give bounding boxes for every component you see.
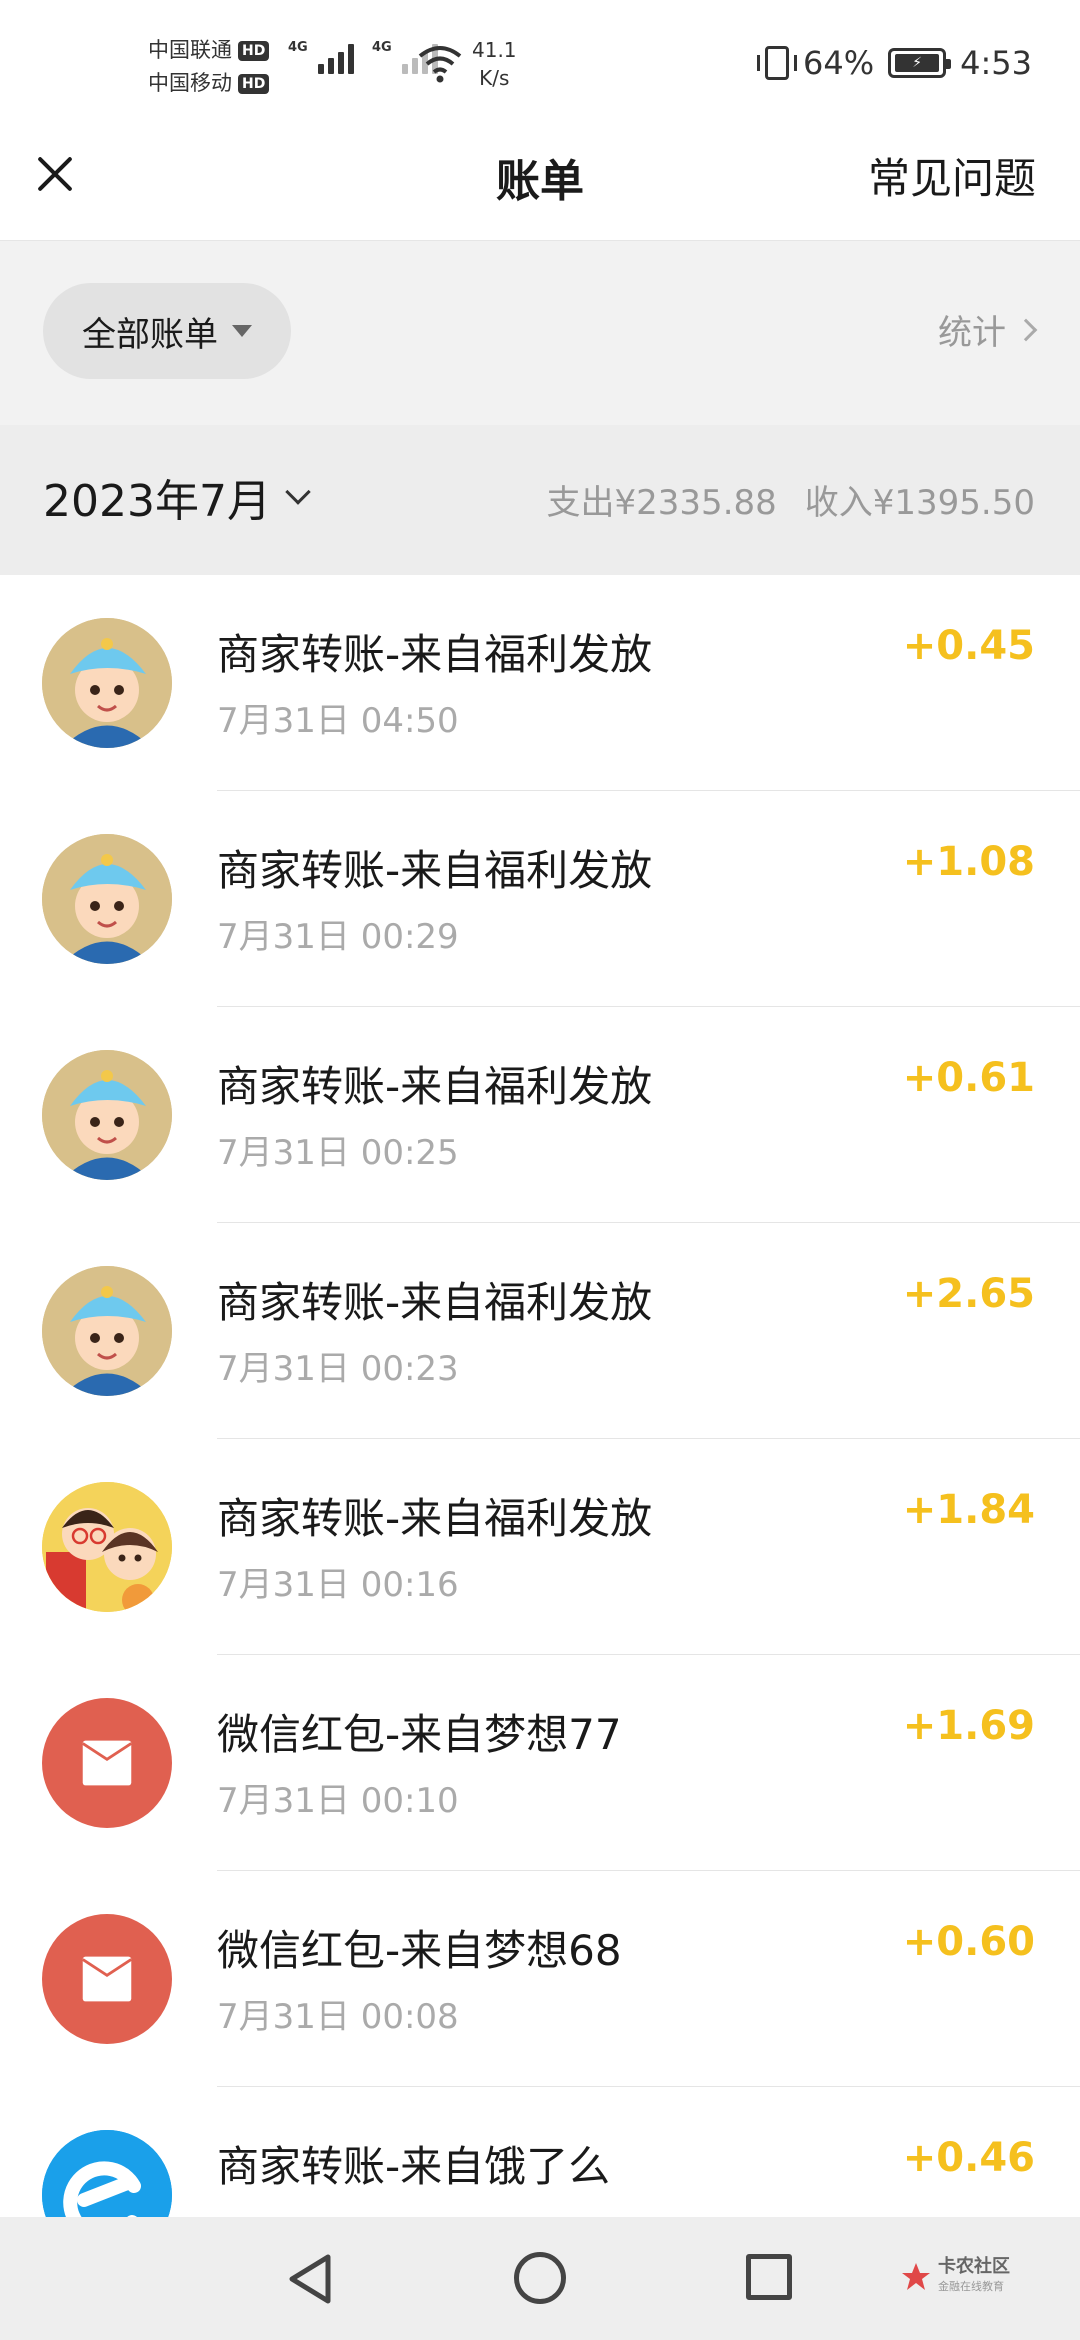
list-item[interactable]: 商家转账-来自福利发放 7月31日 00:16 +1.84 (0, 1439, 1080, 1655)
transaction-time: 7月31日 00:10 (217, 1781, 459, 1821)
all-bills-filter-button[interactable]: 全部账单 (43, 283, 291, 379)
chevron-down-icon (285, 479, 311, 505)
signal-icon: 4G (288, 40, 354, 74)
red-packet-icon (42, 1698, 172, 1828)
transaction-list: 商家转账-来自福利发放 7月31日 04:50 +0.45 商家转账-来自福利发… (0, 575, 1080, 2303)
carrier-2: 中国移动 (148, 71, 232, 95)
stats-label: 统计 (938, 313, 1006, 353)
cartoon-boy-avatar (42, 1266, 172, 1396)
month-label: 2023年7月 (43, 476, 271, 527)
top-nav: 账单 常见问题 (0, 135, 1080, 240)
transaction-title: 微信红包-来自梦想77 (217, 1710, 622, 1759)
carrier-1: 中国联通 (148, 38, 232, 62)
cartoon-boy-avatar (42, 1050, 172, 1180)
list-item[interactable]: 商家转账-来自福利发放 7月31日 00:25 +0.61 (0, 1007, 1080, 1223)
expense-total: 支出¥2335.88 (546, 483, 777, 523)
clock: 4:53 (960, 44, 1032, 82)
watermark-logo: 卡农社区 金融在线教育 (900, 2257, 1010, 2297)
hd-badge: HD (238, 40, 270, 61)
net-speed-unit: K/s (479, 66, 510, 90)
transaction-amount: +1.08 (902, 839, 1035, 885)
watermark-name: 卡农社区 (938, 2256, 1010, 2277)
list-item[interactable]: 微信红包-来自梦想68 7月31日 00:08 +0.60 (0, 1871, 1080, 2087)
kanong-logo-icon (902, 2263, 930, 2290)
list-item[interactable]: 商家转账-来自福利发放 7月31日 00:23 +2.65 (0, 1223, 1080, 1439)
red-packet-icon (42, 1914, 172, 2044)
income-total: 收入¥1395.50 (804, 483, 1035, 523)
filter-bar: 全部账单 统计 (0, 240, 1080, 425)
transaction-amount: +0.45 (902, 623, 1035, 669)
transaction-amount: +0.46 (902, 2135, 1035, 2181)
transaction-title: 商家转账-来自福利发放 (217, 1278, 653, 1327)
transaction-time: 7月31日 00:23 (217, 1349, 459, 1389)
transaction-time: 7月31日 00:16 (217, 1565, 459, 1605)
system-nav-bar: 卡农社区 金融在线教育 (0, 2217, 1080, 2340)
wifi-icon (418, 46, 462, 83)
battery-percent: 64% (803, 44, 875, 82)
home-circle-icon[interactable] (514, 2252, 566, 2304)
hd-badge: HD (238, 73, 270, 94)
net-speed: 41.1 K/s (472, 36, 517, 92)
transaction-amount: +2.65 (902, 1271, 1035, 1317)
month-selector[interactable]: 2023年7月 (43, 465, 311, 529)
faq-link[interactable]: 常见问题 (868, 145, 1036, 206)
transaction-time: 7月31日 00:25 (217, 1133, 459, 1173)
status-right: 64% ⚡ 4:53 (757, 44, 1032, 82)
chevron-right-icon (1014, 318, 1038, 341)
transaction-amount: +1.84 (902, 1487, 1035, 1533)
transaction-title: 商家转账-来自福利发放 (217, 1494, 653, 1543)
transaction-amount: +1.69 (902, 1703, 1035, 1749)
month-summary: 支出¥2335.88 收入¥1395.50 (547, 475, 1035, 524)
carrier-info: 中国联通 HD 中国移动 HD (148, 34, 270, 100)
list-item[interactable]: 商家转账-来自福利发放 7月31日 00:29 +1.08 (0, 791, 1080, 1007)
transaction-time: 7月31日 00:08 (217, 1997, 459, 2037)
net-speed-value: 41.1 (472, 38, 517, 62)
signal-icons: 4G 4G (288, 40, 438, 74)
network-type: 4G (288, 40, 308, 55)
transaction-title: 商家转账-来自饿了么 (217, 2142, 611, 2191)
list-item[interactable]: 商家转账-来自福利发放 7月31日 04:50 +0.45 (0, 575, 1080, 791)
battery-icon: ⚡ (888, 48, 952, 78)
back-triangle-icon[interactable] (284, 2251, 336, 2307)
network-type: 4G (372, 40, 392, 55)
vibrate-icon (757, 46, 798, 80)
status-bar: 中国联通 HD 中国移动 HD 4G 4G 41.1 K/s 64% ⚡ 4:53 (0, 0, 1080, 135)
recent-apps-icon[interactable] (746, 2254, 792, 2300)
cartoon-boy-avatar (42, 834, 172, 964)
cartoon-couple-avatar (42, 1482, 172, 1612)
transaction-amount: +0.61 (902, 1055, 1035, 1101)
watermark-sub: 金融在线教育 (938, 2280, 1004, 2293)
stats-link[interactable]: 统计 (938, 305, 1038, 354)
transaction-title: 商家转账-来自福利发放 (217, 630, 653, 679)
month-header: 2023年7月 支出¥2335.88 收入¥1395.50 (0, 425, 1080, 575)
transaction-title: 商家转账-来自福利发放 (217, 1062, 653, 1111)
caret-down-icon (232, 325, 252, 337)
all-bills-label: 全部账单 (82, 314, 218, 355)
transaction-title: 微信红包-来自梦想68 (217, 1926, 622, 1975)
list-item[interactable]: 微信红包-来自梦想77 7月31日 00:10 +1.69 (0, 1655, 1080, 1871)
transaction-time: 7月31日 00:29 (217, 917, 459, 957)
transaction-title: 商家转账-来自福利发放 (217, 846, 653, 895)
cartoon-boy-avatar (42, 618, 172, 748)
transaction-time: 7月31日 04:50 (217, 701, 459, 741)
transaction-amount: +0.60 (902, 1919, 1035, 1965)
